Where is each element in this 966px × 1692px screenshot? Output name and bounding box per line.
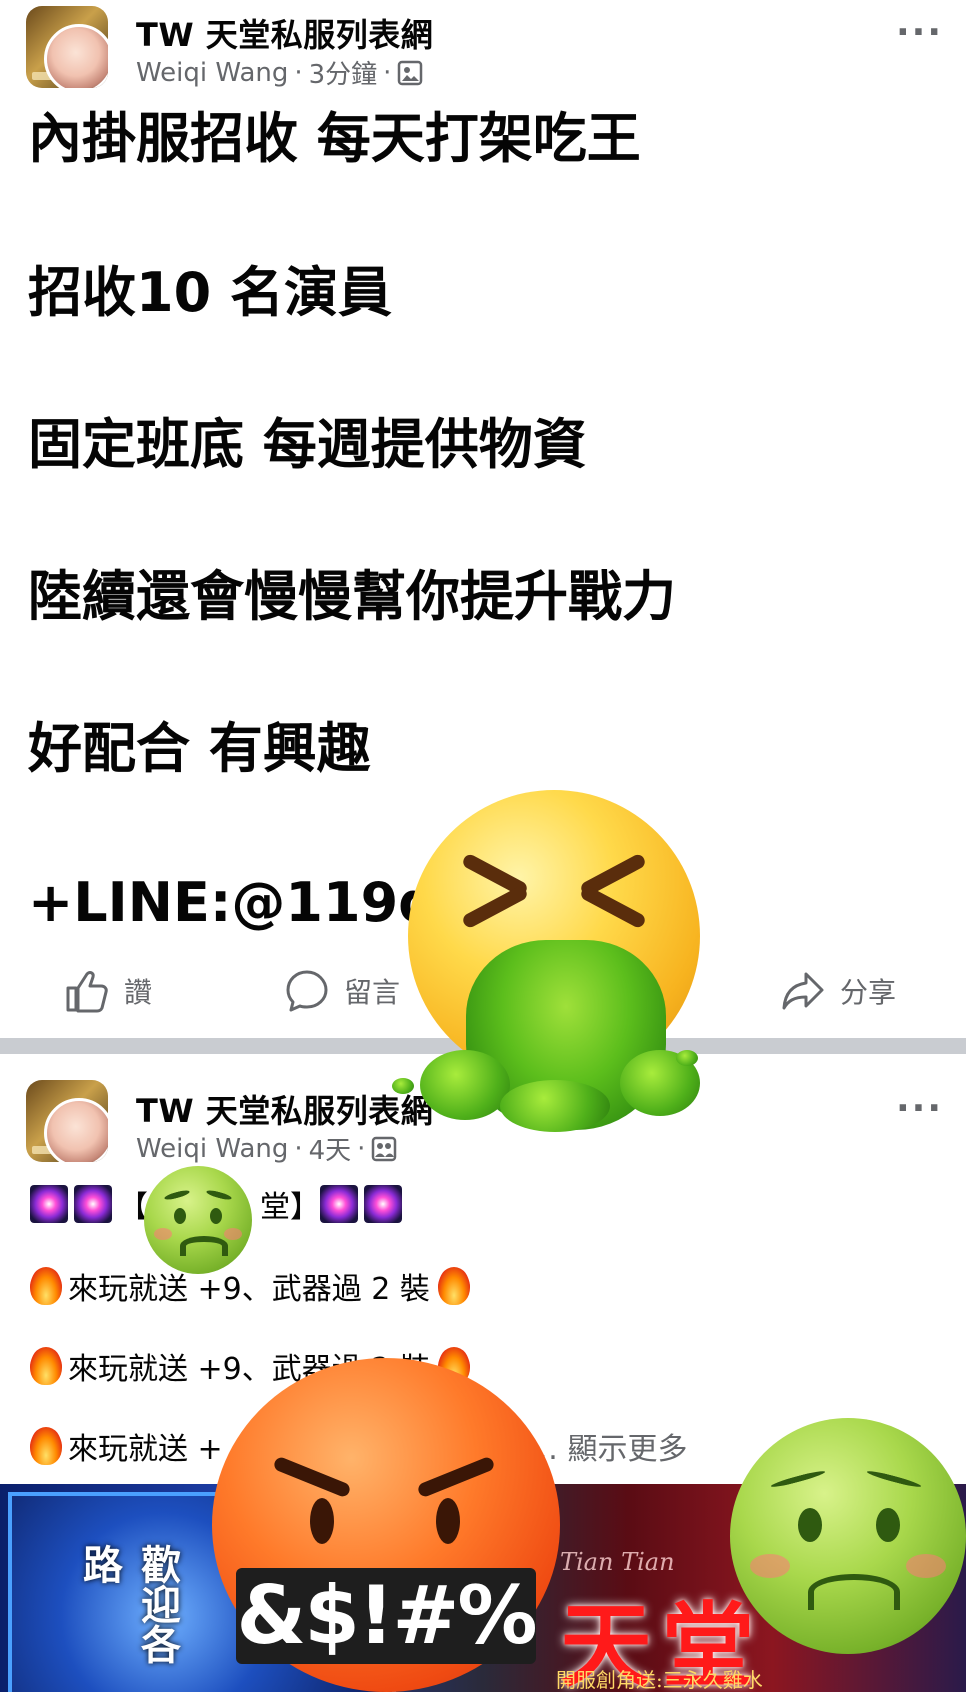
- like-button[interactable]: 讚: [64, 968, 152, 1014]
- fire-icon: [30, 1347, 62, 1385]
- post-line: 招收10 名演員: [28, 261, 392, 324]
- nauseated-emoji: [730, 1418, 966, 1654]
- comment-icon: [286, 970, 328, 1012]
- post-line: 內掛服招收 每天打架吃王: [28, 107, 641, 170]
- censor-bar: &$!#%: [236, 1568, 538, 1664]
- post-time[interactable]: 3分鐘: [309, 54, 378, 91]
- angry-cursing-emoji: &$!#%: [212, 1358, 560, 1692]
- post2-line-text: 來玩就送 +: [68, 1432, 223, 1467]
- avatar-face: [44, 24, 108, 88]
- post2-line-text: 來玩就送 +9、武器過 2 裝: [68, 1272, 430, 1307]
- group-icon: [372, 1136, 397, 1161]
- meta-dot: ·: [357, 1133, 366, 1164]
- post-meta: Weiqi Wang · 4天 ·: [136, 1130, 397, 1167]
- fire-icon: [30, 1427, 62, 1465]
- page-name[interactable]: TW 天堂私服列表網: [136, 1086, 433, 1132]
- post-line: 好配合 有興趣: [28, 717, 371, 780]
- post-meta: Weiqi Wang · 3分鐘 ·: [136, 54, 423, 91]
- page-avatar[interactable]: [26, 1080, 108, 1162]
- firework-icon: [320, 1185, 358, 1223]
- fire-icon: [437, 1267, 470, 1305]
- firework-icon: [30, 1185, 68, 1223]
- meta-dot: ·: [383, 57, 392, 88]
- fire-icon: [30, 1267, 62, 1305]
- meta-dot: ·: [294, 57, 303, 88]
- public-icon: [398, 60, 423, 85]
- firework-icon: [74, 1185, 112, 1223]
- post-line: 固定班底 每週提供物資: [28, 413, 587, 476]
- like-icon: [66, 971, 108, 1013]
- like-label: 讚: [124, 976, 153, 1009]
- more-icon[interactable]: ···: [896, 1088, 943, 1129]
- share-button[interactable]: 分享: [780, 968, 896, 1014]
- post-time[interactable]: 4天: [309, 1130, 352, 1167]
- banner-promo: 開服創角送:三永久雞水: [556, 1668, 763, 1692]
- share-label: 分享: [840, 976, 897, 1009]
- firework-icon: [364, 1185, 402, 1223]
- post2-line: 來玩就送 +: [30, 1424, 223, 1468]
- post2-title-right: 堂】: [260, 1190, 320, 1225]
- share-icon: [782, 972, 824, 1010]
- nauseated-emoji: [144, 1166, 252, 1274]
- avatar-face: [44, 1098, 108, 1162]
- author-name[interactable]: Weiqi Wang: [136, 58, 288, 88]
- more-icon[interactable]: ···: [896, 12, 943, 53]
- comment-label: 留言: [344, 976, 401, 1009]
- post-line: 陸續還會慢慢幫你提升戰力: [28, 565, 676, 628]
- banner-welcome-text: 歡迎各路: [76, 1544, 181, 1664]
- comment-button[interactable]: 留言: [284, 968, 400, 1014]
- author-name[interactable]: Weiqi Wang: [136, 1134, 288, 1164]
- post2-line: 來玩就送 +9、武器過 2 裝: [30, 1264, 476, 1308]
- see-more-link[interactable]: … 顯示更多: [528, 1424, 688, 1468]
- page-name[interactable]: TW 天堂私服列表網: [136, 10, 433, 56]
- page-avatar[interactable]: [26, 6, 108, 88]
- meta-dot: ·: [294, 1133, 303, 1164]
- post-line-contact: +LINE:@119d: [28, 871, 437, 934]
